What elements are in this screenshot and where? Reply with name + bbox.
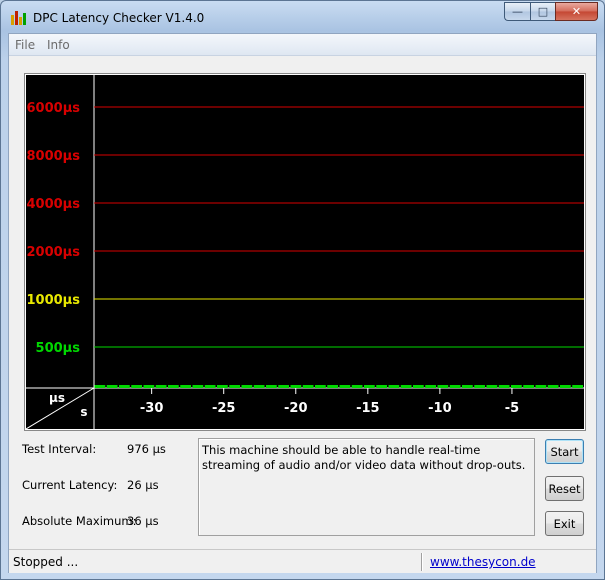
reset-button[interactable]: Reset (545, 476, 584, 501)
y-tick-label: 500µs (36, 341, 81, 356)
x-tick-label: -5 (505, 401, 519, 416)
latency-bar (413, 385, 424, 388)
x-tick-label: -20 (284, 401, 308, 416)
latency-bar (241, 385, 253, 388)
x-tick-label: -30 (140, 401, 164, 416)
x-tick-label: -15 (356, 401, 380, 416)
latency-bar (560, 385, 571, 388)
latency-bar (535, 385, 547, 388)
x-unit-label: s (80, 405, 87, 419)
test-interval-label: Test Interval: (22, 442, 97, 456)
caption-buttons: — □ ✕ (504, 2, 598, 21)
latency-bar (302, 385, 314, 388)
latency-bar (94, 385, 106, 388)
latency-bar (253, 385, 265, 388)
latency-bar (143, 385, 155, 388)
latency-bar (388, 385, 400, 388)
absolute-maximum-label: Absolute Maximum: (22, 514, 137, 528)
latency-bar (547, 385, 559, 388)
test-interval-value: 976 µs (127, 442, 166, 456)
menu-bar: File Info (9, 34, 596, 56)
latency-bar (339, 385, 351, 388)
absolute-maximum-value: 36 µs (127, 514, 159, 528)
latency-bar (106, 385, 118, 388)
latency-bar (119, 385, 130, 388)
latency-bar (315, 385, 326, 388)
minimize-button[interactable]: — (504, 2, 530, 21)
latency-bar (474, 385, 485, 388)
current-latency-value: 26 µs (127, 478, 159, 492)
menu-info[interactable]: Info (47, 38, 70, 52)
y-tick-label: 2000µs (27, 245, 81, 260)
status-text: Stopped ... (13, 555, 79, 569)
latency-chart: µs s 16000µs 8000µs 4000µs 2000µs 1000µs 500µs -… (24, 73, 586, 431)
latency-bar (376, 385, 387, 388)
latency-bar (229, 385, 240, 388)
close-button[interactable]: ✕ (555, 2, 598, 21)
latency-bar (192, 385, 204, 388)
latency-bar (278, 385, 289, 388)
y-tick-label: 4000µs (27, 197, 81, 212)
latency-bar (437, 385, 449, 388)
status-bar: Stopped ... www.thesycon.de (9, 549, 596, 573)
title-bar[interactable]: DPC Latency Checker V1.4.0 — □ ✕ (1, 1, 604, 33)
latency-bar (204, 385, 216, 388)
latency-bar (217, 385, 228, 388)
latency-bar (523, 385, 534, 388)
start-button[interactable]: Start (545, 439, 584, 464)
x-tick-label: -10 (428, 401, 452, 416)
status-message: This machine should be able to handle re… (198, 438, 535, 536)
latency-bar (572, 385, 583, 388)
latency-bar (266, 385, 277, 388)
app-window: DPC Latency Checker V1.4.0 — □ ✕ File In… (0, 0, 605, 580)
client-area: File Info µs s 16000µs 8000µs 4000µs 2000µs 10… (8, 33, 597, 573)
latency-bar (168, 385, 179, 388)
latency-bar (290, 385, 302, 388)
latency-bar (400, 385, 412, 388)
latency-bar (425, 385, 436, 388)
bar-chart-app-icon (11, 11, 26, 25)
latency-bar (486, 385, 498, 388)
latency-bar (498, 385, 510, 388)
website-link[interactable]: www.thesycon.de (430, 555, 536, 569)
maximize-button[interactable]: □ (530, 2, 555, 21)
latency-bar (449, 385, 461, 388)
latency-bar (364, 385, 375, 388)
latency-bar (155, 385, 167, 388)
latency-bar (327, 385, 338, 388)
latency-bar (462, 385, 473, 388)
latency-bar (131, 385, 142, 388)
y-tick-label: 1000µs (27, 293, 81, 308)
y-unit-label: µs (49, 391, 65, 405)
latency-bar (351, 385, 363, 388)
x-tick-label: -25 (212, 401, 236, 416)
latency-bar (180, 385, 191, 388)
window-title: DPC Latency Checker V1.4.0 (33, 11, 205, 25)
status-separator (421, 553, 422, 571)
current-latency-label: Current Latency: (22, 478, 118, 492)
menu-file[interactable]: File (15, 38, 35, 52)
y-tick-label: 16000µs (26, 101, 80, 116)
exit-button[interactable]: Exit (545, 511, 584, 536)
latency-chart-svg: µs s 16000µs 8000µs 4000µs 2000µs 1000µs 500µs -… (26, 75, 584, 429)
y-tick-label: 8000µs (27, 149, 81, 164)
latency-bar (511, 385, 522, 388)
